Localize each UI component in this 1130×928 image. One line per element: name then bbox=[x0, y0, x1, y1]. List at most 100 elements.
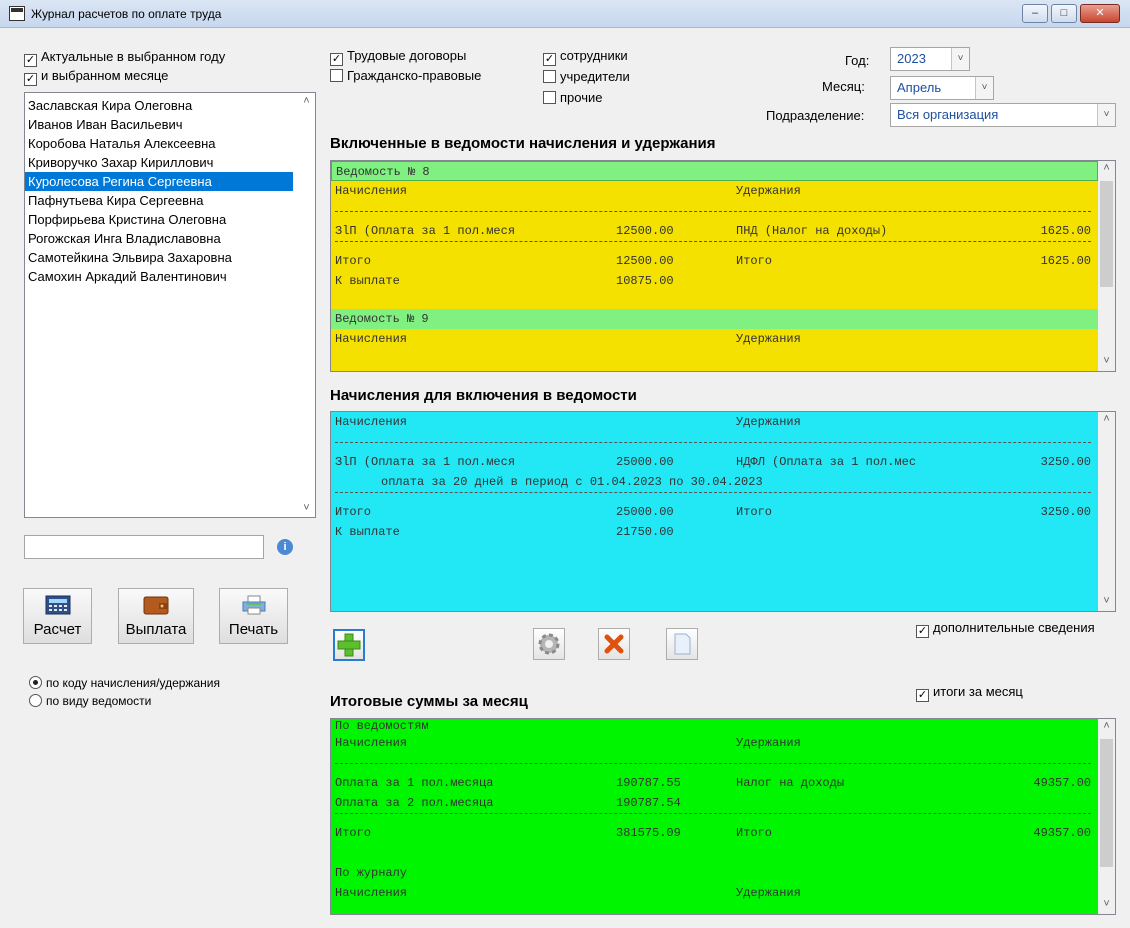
filter-employees[interactable]: ✓ сотрудники bbox=[543, 48, 628, 66]
totals-row-2: Оплата за 2 пол.месяца 190787.54 bbox=[331, 793, 1115, 813]
totals-header-row-2: Начисления Удержания bbox=[331, 883, 1115, 903]
checkbox-checked-icon[interactable]: ✓ bbox=[916, 689, 929, 702]
person-list[interactable]: Заславская Кира Олеговна Иванов Иван Васи… bbox=[24, 92, 316, 518]
total-deductions-label: Итого bbox=[736, 826, 773, 840]
scroll-thumb[interactable] bbox=[1100, 181, 1113, 287]
person-list-scrollbar[interactable]: ˄ ˅ bbox=[298, 93, 315, 517]
year-select[interactable]: 2023 ˅ bbox=[890, 47, 970, 71]
option-additional[interactable]: ✓ дополнительные сведения bbox=[916, 620, 1095, 638]
close-icon bbox=[604, 634, 624, 654]
filter-employees-label: сотрудники bbox=[560, 48, 628, 63]
divider bbox=[335, 241, 1091, 242]
statement-8-header: Ведомость № 8 bbox=[331, 161, 1098, 181]
pay-sum: 10875.00 bbox=[616, 274, 674, 288]
person-list-item[interactable]: Рогожская Инга Владиславовна bbox=[25, 229, 315, 248]
statement-8-header-text: Ведомость № 8 bbox=[336, 165, 430, 179]
person-list-item[interactable]: Коробова Наталья Алексеевна bbox=[25, 134, 315, 153]
to-include-note-row: оплата за 20 дней в период с 01.04.2023 … bbox=[331, 472, 1115, 492]
radio-unselected-icon[interactable] bbox=[29, 694, 42, 707]
scroll-down-icon[interactable]: ˅ bbox=[298, 500, 315, 517]
month-select[interactable]: Апрель ˅ bbox=[890, 76, 994, 100]
calculator-icon bbox=[45, 595, 70, 615]
pay-sum: 21750.00 bbox=[616, 525, 674, 539]
scroll-up-icon[interactable]: ˄ bbox=[1098, 719, 1115, 736]
checkbox-checked-icon[interactable]: ✓ bbox=[24, 73, 37, 86]
person-list-item[interactable]: Самохин Аркадий Валентинович bbox=[25, 267, 315, 286]
accruals-header: Начисления bbox=[335, 736, 408, 750]
scroll-thumb[interactable] bbox=[1100, 739, 1113, 867]
print-button[interactable]: Печать bbox=[219, 588, 288, 644]
included-memo[interactable]: Ведомость № 8 Начисления Удержания ЗlП (О… bbox=[330, 160, 1116, 372]
totals-memo[interactable]: По ведомостям Начисления Удержания Оплата… bbox=[330, 718, 1116, 915]
checkbox-checked-icon[interactable]: ✓ bbox=[24, 54, 37, 67]
dept-select[interactable]: Вся организация ˅ bbox=[890, 103, 1116, 127]
printer-icon bbox=[242, 595, 265, 615]
pay-button[interactable]: Выплата bbox=[118, 588, 194, 644]
person-list-item[interactable]: Самотейкина Эльвира Захаровна bbox=[25, 248, 315, 267]
filter-civil-contracts[interactable]: Гражданско-правовые bbox=[330, 68, 481, 83]
person-list-item[interactable]: Порфирьева Кристина Олеговна bbox=[25, 210, 315, 229]
checkbox-unchecked-icon[interactable] bbox=[543, 70, 556, 83]
scroll-up-icon[interactable]: ˄ bbox=[1098, 412, 1115, 429]
calc-button[interactable]: Расчет bbox=[23, 588, 92, 644]
mode-by-code[interactable]: по коду начисления/удержания bbox=[29, 676, 220, 690]
document-button[interactable] bbox=[666, 628, 698, 660]
radio-selected-icon[interactable] bbox=[29, 676, 42, 689]
option-month-totals[interactable]: ✓ итоги за месяц bbox=[916, 684, 1023, 702]
checkbox-unchecked-icon[interactable] bbox=[330, 69, 343, 82]
person-list-item[interactable]: Криворучко Захар Кириллович bbox=[25, 153, 315, 172]
delete-button[interactable] bbox=[598, 628, 630, 660]
mode-by-statement[interactable]: по виду ведомости bbox=[29, 694, 151, 708]
print-button-label: Печать bbox=[228, 621, 279, 638]
to-include-scrollbar[interactable]: ˄ ˅ bbox=[1098, 412, 1115, 611]
filter-actual-year[interactable]: ✓ Актуальные в выбранном году bbox=[24, 49, 225, 67]
included-header-row-2: Начисления Удержания bbox=[331, 329, 1115, 349]
filter-others[interactable]: прочие bbox=[543, 90, 602, 105]
filter-selected-month[interactable]: ✓ и выбранном месяце bbox=[24, 68, 168, 86]
filter-actual-year-label: Актуальные в выбранном году bbox=[41, 49, 226, 64]
checkbox-checked-icon[interactable]: ✓ bbox=[916, 625, 929, 638]
divider bbox=[335, 813, 1091, 814]
deductions-header: Удержания bbox=[736, 332, 801, 346]
divider bbox=[335, 442, 1091, 443]
settings-button[interactable] bbox=[533, 628, 565, 660]
scroll-down-icon[interactable]: ˅ bbox=[1098, 354, 1115, 371]
add-button[interactable] bbox=[333, 629, 365, 661]
mode-by-statement-label: по виду ведомости bbox=[46, 694, 152, 708]
to-include-memo[interactable]: Начисления Удержания ЗlП (Оплата за 1 пол… bbox=[330, 411, 1116, 612]
person-list-item[interactable]: Заславская Кира Олеговна bbox=[25, 96, 315, 115]
accrual-name: ЗlП (Оплата за 1 пол.меся bbox=[335, 224, 516, 238]
filter-founders[interactable]: учредители bbox=[543, 69, 630, 84]
accrual-sum: 190787.54 bbox=[616, 796, 681, 810]
included-scrollbar[interactable]: ˄ ˅ bbox=[1098, 161, 1115, 371]
year-value: 2023 bbox=[897, 51, 926, 66]
accruals-header: Начисления bbox=[335, 184, 408, 198]
info-icon[interactable]: i bbox=[277, 539, 293, 555]
checkbox-checked-icon[interactable]: ✓ bbox=[330, 53, 343, 66]
window-title: Журнал расчетов по оплате труда bbox=[31, 7, 222, 21]
checkbox-checked-icon[interactable]: ✓ bbox=[543, 53, 556, 66]
maximize-button[interactable]: □ bbox=[1051, 4, 1077, 23]
scroll-down-icon[interactable]: ˅ bbox=[1098, 594, 1115, 611]
by-journal-label: По журналу bbox=[335, 866, 408, 880]
close-button[interactable]: ✕ bbox=[1080, 4, 1120, 23]
calc-button-label: Расчет bbox=[33, 621, 82, 638]
person-list-item[interactable]: Иванов Иван Васильевич bbox=[25, 115, 315, 134]
option-month-totals-label: итоги за месяц bbox=[933, 684, 1023, 699]
checkbox-unchecked-icon[interactable] bbox=[543, 91, 556, 104]
statement-9-header: Ведомость № 9 bbox=[331, 309, 1098, 329]
chevron-down-icon[interactable]: ˅ bbox=[975, 77, 993, 99]
filter-labor-contracts[interactable]: ✓ Трудовые договоры bbox=[330, 48, 466, 66]
totals-scrollbar[interactable]: ˄ ˅ bbox=[1098, 719, 1115, 914]
minimize-button[interactable]: – bbox=[1022, 4, 1048, 23]
total-sum: 381575.09 bbox=[616, 826, 681, 840]
person-list-item[interactable]: Куролесова Регина Сергеевна bbox=[25, 172, 293, 191]
scroll-up-icon[interactable]: ˄ bbox=[1098, 161, 1115, 178]
person-list-item[interactable]: Пафнутьева Кира Сергеевна bbox=[25, 191, 315, 210]
scroll-down-icon[interactable]: ˅ bbox=[1098, 897, 1115, 914]
scroll-up-icon[interactable]: ˄ bbox=[298, 93, 315, 110]
chevron-down-icon[interactable]: ˅ bbox=[951, 48, 969, 70]
search-input[interactable] bbox=[24, 535, 264, 559]
chevron-down-icon[interactable]: ˅ bbox=[1097, 104, 1115, 126]
